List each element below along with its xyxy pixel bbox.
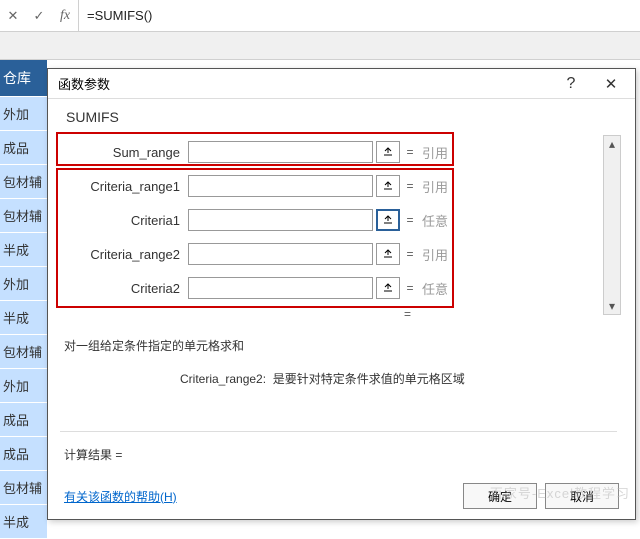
- arg-hint: 引用: [420, 245, 617, 264]
- arg-label: Criteria_range1: [60, 179, 188, 194]
- param-desc-label: Criteria_range2:: [180, 372, 266, 386]
- equals-sign: =: [400, 213, 420, 227]
- scroll-down-icon[interactable]: ▾: [606, 300, 618, 312]
- sheet-column: 仓库 外加 成品 包材辅 包材辅 半成 外加 半成 包材辅 外加 成品 成品 包…: [0, 60, 47, 539]
- ok-button[interactable]: 确定: [463, 483, 537, 509]
- cell[interactable]: 成品: [0, 403, 47, 437]
- arg-row-sum-range: Sum_range = 引用: [60, 135, 617, 169]
- function-arguments-dialog: 函数参数 ? ✕ SUMIFS Sum_range = 引用 Criteria_…: [47, 68, 636, 520]
- scroll-up-icon[interactable]: ▴: [606, 138, 618, 150]
- arg-hint: 任意: [420, 211, 617, 230]
- range-picker-icon[interactable]: [376, 175, 400, 197]
- formula-input[interactable]: =SUMIFS(): [78, 0, 640, 31]
- arg-input-sum-range[interactable]: [188, 141, 373, 163]
- equals-sign: =: [400, 145, 420, 159]
- column-header[interactable]: 仓库: [0, 60, 47, 97]
- dialog-title: 函数参数: [58, 74, 551, 93]
- range-picker-icon[interactable]: [376, 209, 400, 231]
- cell[interactable]: 成品: [0, 437, 47, 471]
- arg-hint: 引用: [420, 177, 617, 196]
- function-help-link[interactable]: 有关该函数的帮助(H): [64, 488, 177, 505]
- equals-sign: =: [400, 247, 420, 261]
- arguments-table: Sum_range = 引用 Criteria_range1 = 引用 Crit…: [60, 135, 617, 305]
- range-picker-icon[interactable]: [376, 243, 400, 265]
- calc-result-label: 计算结果 =: [60, 431, 617, 463]
- arg-row-criteria1: Criteria1 = 任意: [60, 203, 617, 237]
- arg-label: Criteria1: [60, 213, 188, 228]
- parameter-description: Criteria_range2: 是要针对特定条件求值的单元格区域: [60, 370, 617, 387]
- equals-sign: =: [400, 179, 420, 193]
- arg-hint: 引用: [420, 143, 617, 162]
- arg-hint: 任意: [420, 279, 617, 298]
- range-picker-icon[interactable]: [376, 277, 400, 299]
- help-icon[interactable]: ?: [551, 75, 591, 93]
- arg-row-criteria-range2: Criteria_range2 = 引用: [60, 237, 617, 271]
- range-picker-icon[interactable]: [376, 141, 400, 163]
- formula-bar: ✕ ✓ fx =SUMIFS(): [0, 0, 640, 32]
- arg-input-criteria-range1[interactable]: [188, 175, 373, 197]
- arg-input-criteria2[interactable]: [188, 277, 373, 299]
- ribbon-spacer: [0, 32, 640, 60]
- function-description: 对一组给定条件指定的单元格求和: [60, 337, 617, 354]
- cell[interactable]: 半成: [0, 233, 47, 267]
- arg-input-criteria-range2[interactable]: [188, 243, 373, 265]
- param-desc-text: 是要针对特定条件求值的单元格区域: [273, 372, 465, 386]
- dialog-titlebar[interactable]: 函数参数 ? ✕: [48, 69, 635, 99]
- cell[interactable]: 半成: [0, 301, 47, 335]
- cell[interactable]: 包材辅: [0, 165, 47, 199]
- cancel-button[interactable]: 取消: [545, 483, 619, 509]
- fx-icon[interactable]: fx: [52, 0, 78, 31]
- close-icon[interactable]: ✕: [591, 75, 631, 93]
- arg-row-criteria-range1: Criteria_range1 = 引用: [60, 169, 617, 203]
- arg-input-criteria1[interactable]: [188, 209, 373, 231]
- cell[interactable]: 半成: [0, 505, 47, 539]
- cell[interactable]: 外加: [0, 267, 47, 301]
- arg-label: Criteria2: [60, 281, 188, 296]
- arg-label: Sum_range: [60, 145, 188, 160]
- cell[interactable]: 包材辅: [0, 199, 47, 233]
- result-equals: =: [60, 307, 617, 321]
- cell[interactable]: 外加: [0, 97, 47, 131]
- arg-row-criteria2: Criteria2 = 任意: [60, 271, 617, 305]
- formula-confirm-icon[interactable]: ✓: [26, 0, 52, 31]
- cell[interactable]: 成品: [0, 131, 47, 165]
- function-name-label: SUMIFS: [60, 109, 617, 125]
- cell[interactable]: 包材辅: [0, 335, 47, 369]
- cell[interactable]: 外加: [0, 369, 47, 403]
- dialog-footer: 有关该函数的帮助(H) 确定 取消: [48, 473, 635, 519]
- formula-cancel-icon[interactable]: ✕: [0, 0, 26, 31]
- args-scrollbar[interactable]: ▴ ▾: [603, 135, 621, 315]
- equals-sign: =: [400, 281, 420, 295]
- cell[interactable]: 包材辅: [0, 471, 47, 505]
- arg-label: Criteria_range2: [60, 247, 188, 262]
